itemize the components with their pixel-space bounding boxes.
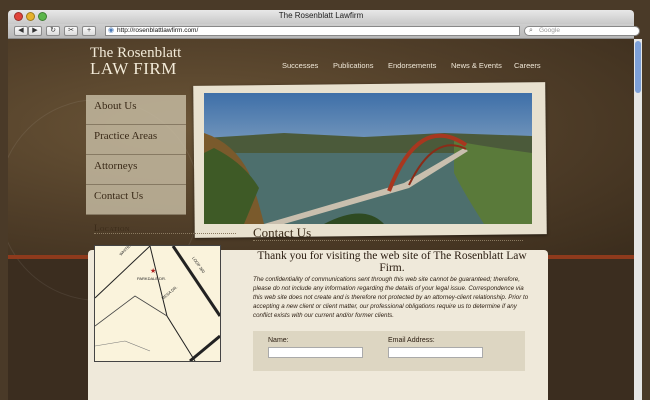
location-star-icon: ★: [150, 267, 156, 275]
email-label: Email Address:: [388, 337, 435, 344]
disclaimer-text: The confidentiality of communications se…: [253, 276, 529, 319]
location-map[interactable]: WHITEHEAD RD. PARKDALE DR. LOOP 360 MESA…: [94, 245, 221, 362]
contact-divider: [253, 240, 523, 241]
vertical-scrollbar[interactable]: [634, 39, 642, 400]
forward-button[interactable]: ▶: [28, 26, 42, 36]
search-field[interactable]: ⌕ Google: [524, 26, 640, 36]
side-item-contact-us[interactable]: Contact Us: [86, 185, 186, 215]
street-label: PARKDALE DR.: [137, 276, 166, 281]
bridge-photo: [204, 93, 532, 224]
email-input[interactable]: [388, 347, 483, 358]
nav-news-events[interactable]: News & Events: [451, 61, 502, 70]
globe-icon: ◉: [108, 27, 115, 34]
name-label: Name:: [268, 337, 289, 344]
search-placeholder: Google: [539, 27, 560, 34]
scrollbar-thumb[interactable]: [635, 41, 641, 93]
street-label: LOOP 360: [191, 256, 206, 275]
contact-heading: Contact Us: [253, 225, 312, 240]
thank-you-message: Thank you for visiting the web site of T…: [257, 250, 527, 274]
side-item-about-us[interactable]: About Us: [86, 95, 186, 125]
nav-careers[interactable]: Careers: [514, 61, 541, 70]
search-icon: ⌕: [529, 27, 533, 34]
address-bar[interactable]: ◉ http://rosenblattlawfirm.com/: [105, 26, 520, 36]
location-divider: [94, 233, 236, 234]
window-title: The Rosenblatt Lawfirm: [278, 11, 364, 20]
location-heading: Location: [94, 223, 130, 233]
side-item-practice-areas[interactable]: Practice Areas: [86, 125, 186, 155]
back-button[interactable]: ◀: [14, 26, 28, 36]
logo-line2[interactable]: LAW FIRM: [90, 59, 177, 79]
side-item-attorneys[interactable]: Attorneys: [86, 155, 186, 185]
contact-form: Name: Email Address:: [253, 331, 525, 371]
browser-toolbar: ◀ ▶ ↻ ✂ + ◉ http://rosenblattlawfirm.com…: [8, 24, 640, 39]
street-label: MESA DR.: [160, 285, 178, 301]
name-input[interactable]: [268, 347, 363, 358]
bookmark-button[interactable]: ✂: [64, 26, 78, 36]
reload-button[interactable]: ↻: [46, 26, 60, 36]
add-bookmark-button[interactable]: +: [82, 26, 96, 36]
url-text: http://rosenblattlawfirm.com/: [117, 27, 199, 34]
nav-endorsements[interactable]: Endorsements: [388, 61, 436, 70]
nav-successes[interactable]: Successes: [282, 61, 318, 70]
window-titlebar: The Rosenblatt Lawfirm: [8, 10, 634, 24]
nav-publications[interactable]: Publications: [333, 61, 373, 70]
